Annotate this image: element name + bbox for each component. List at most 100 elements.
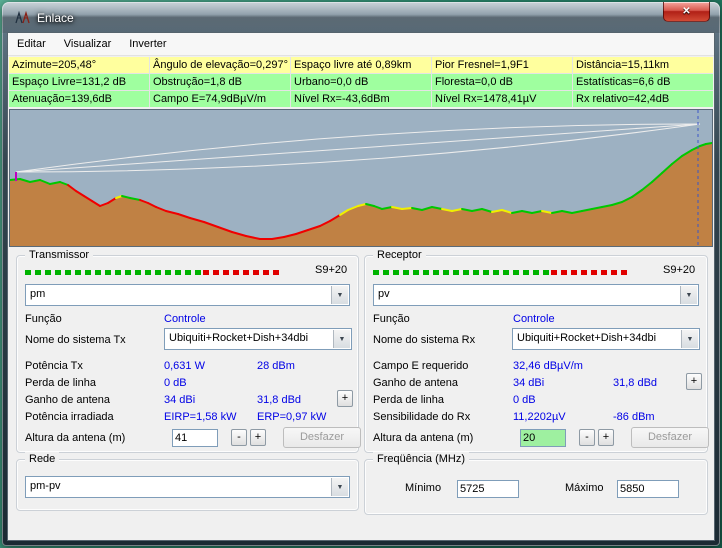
rx-sensitivity-label: Sensibilidade do Rx (373, 411, 470, 423)
rx-antenna-height-row: Altura da antena (m) - + Desfazer (373, 430, 703, 446)
tx-role-label: Função (25, 313, 62, 325)
rx-antenna-gain-row: Ganho de antena 34 dBi 31,8 dBd (373, 375, 703, 391)
tx-system-select[interactable]: Ubiquiti+Rocket+Dish+34dbi ▼ (164, 328, 352, 350)
info-field-strength: Campo E=74,9dBµV/m (150, 91, 290, 107)
tx-antenna-gain-dbi: 34 dBi (164, 392, 195, 408)
tx-gain-plus-button[interactable]: + (337, 390, 353, 407)
receiver-group-title: Receptor (373, 248, 426, 262)
rx-required-field-value: 32,46 dBµV/m (513, 358, 583, 374)
tx-line-loss-row: Perda de linha 0 dB (25, 375, 354, 391)
tx-power-row: Potência Tx 0,631 W 28 dBm (25, 358, 354, 374)
tx-unit-select[interactable]: pm ▼ (25, 284, 350, 306)
rx-unit-value: pv (378, 285, 390, 303)
rx-line-loss-label: Perda de linha (373, 394, 444, 406)
dialog-client-area: Editar Visualizar Inverter Azimute=205,4… (8, 33, 714, 540)
tx-power-watts: 0,631 W (164, 358, 205, 374)
terrain-profile-svg (10, 110, 712, 246)
chevron-down-icon[interactable]: ▼ (681, 330, 698, 348)
rx-sensitivity-dbm: -86 dBm (613, 409, 655, 425)
frequency-group-title: Freqüência (MHz) (373, 452, 469, 466)
info-obstruction: Obstrução=1,8 dB (150, 74, 290, 90)
rx-sensitivity-row: Sensibilidade do Rx 11,2202µV -86 dBm (373, 409, 703, 425)
info-statistics: Estatísticas=6,6 dB (573, 74, 713, 90)
menu-visualizar[interactable]: Visualizar (55, 33, 121, 55)
transmitter-group: Transmissor S9+20 pm ▼ Função Controle N… (16, 255, 359, 453)
rx-role-row: Função Controle (373, 311, 703, 327)
tx-control-link[interactable]: Controle (164, 311, 206, 327)
rx-antenna-height-label: Altura da antena (m) (373, 432, 473, 444)
terrain-profile-chart[interactable] (9, 109, 713, 247)
tx-antenna-height-row: Altura da antena (m) - + Desfazer (25, 430, 354, 446)
rx-antenna-gain-label: Ganho de antena (373, 377, 458, 389)
desktop: Enlace ✕ Editar Visualizar Inverter Azim… (0, 0, 722, 548)
rx-control-link[interactable]: Controle (513, 311, 555, 327)
tx-signal-meter-red (203, 270, 279, 275)
rx-line-loss-row: Perda de linha 0 dB (373, 392, 703, 408)
rx-unit-select[interactable]: pv ▼ (373, 284, 699, 306)
tx-system-label: Nome do sistema Tx (25, 334, 126, 346)
info-forest: Floresta=0,0 dB (432, 74, 572, 90)
rx-signal-meter-red (551, 270, 627, 275)
tx-power-dbm: 28 dBm (257, 358, 295, 374)
chevron-down-icon[interactable]: ▼ (331, 478, 348, 496)
tx-line-loss-label: Perda de linha (25, 377, 96, 389)
tx-antenna-gain-label: Ganho de antena (25, 394, 110, 406)
transmitter-group-title: Transmissor (25, 248, 93, 262)
rx-required-field-label: Campo E requerido (373, 360, 468, 372)
menu-inverter[interactable]: Inverter (120, 33, 175, 55)
menu-editar[interactable]: Editar (8, 33, 55, 55)
tx-system-value: Ubiquiti+Rocket+Dish+34dbi (169, 329, 308, 347)
info-azimuth: Azimute=205,48° (9, 57, 149, 73)
rx-antenna-height-input[interactable] (520, 429, 566, 447)
tx-radiated-power-label: Potência irradiada (25, 411, 114, 423)
tx-line-loss-value: 0 dB (164, 375, 187, 391)
tx-height-minus-button[interactable]: - (231, 429, 247, 446)
info-urban: Urbano=0,0 dB (291, 74, 431, 90)
tx-undo-button[interactable]: Desfazer (283, 427, 361, 448)
info-attenuation: Atenuação=139,6dB (9, 91, 149, 107)
network-value: pm-pv (30, 477, 61, 495)
rx-gain-plus-button[interactable]: + (686, 373, 702, 390)
tx-signal-meter-green (25, 270, 203, 275)
network-group: Rede pm-pv ▼ (16, 459, 359, 511)
titlebar[interactable]: Enlace ✕ (2, 2, 720, 33)
tx-antenna-height-label: Altura da antena (m) (25, 432, 125, 444)
network-select[interactable]: pm-pv ▼ (25, 476, 350, 498)
frequency-max-label: Máximo (565, 482, 604, 494)
chevron-down-icon[interactable]: ▼ (331, 286, 348, 304)
info-free-space-loss: Espaço Livre=131,2 dB (9, 74, 149, 90)
window-frame: Enlace ✕ Editar Visualizar Inverter Azim… (2, 2, 720, 546)
app-icon (14, 10, 31, 25)
tx-unit-value: pm (30, 285, 45, 303)
tx-erp-value: ERP=0,97 kW (257, 409, 326, 425)
rx-undo-button[interactable]: Desfazer (631, 427, 709, 448)
info-rx-relative: Rx relativo=42,4dB (573, 91, 713, 107)
rx-height-plus-button[interactable]: + (598, 429, 614, 446)
rx-system-select[interactable]: Ubiquiti+Rocket+Dish+34dbi ▼ (512, 328, 700, 350)
info-free-space-range: Espaço livre até 0,89km (291, 57, 431, 73)
info-rx-level-dbm: Nível Rx=-43,6dBm (291, 91, 431, 107)
info-distance: Distância=15,11km (573, 57, 713, 73)
info-rx-level-uv: Nível Rx=1478,41µV (432, 91, 572, 107)
tx-antenna-gain-dbd: 31,8 dBd (257, 392, 301, 408)
tx-signal-label: S9+20 (315, 264, 347, 276)
rx-system-value: Ubiquiti+Rocket+Dish+34dbi (517, 329, 656, 347)
frequency-max-input[interactable] (617, 480, 679, 498)
link-summary-panel: Azimute=205,48° Ângulo de elevação=0,297… (9, 57, 713, 107)
tx-antenna-gain-row: Ganho de antena 34 dBi 31,8 dBd (25, 392, 354, 408)
rx-signal-label: S9+20 (663, 264, 695, 276)
tx-role-row: Função Controle (25, 311, 354, 327)
rx-height-minus-button[interactable]: - (579, 429, 595, 446)
info-elevation-angle: Ângulo de elevação=0,297° (150, 57, 290, 73)
rx-required-field-row: Campo E requerido 32,46 dBµV/m (373, 358, 703, 374)
chevron-down-icon[interactable]: ▼ (680, 286, 697, 304)
tx-antenna-height-input[interactable] (172, 429, 218, 447)
menu-bar: Editar Visualizar Inverter (8, 33, 714, 56)
frequency-min-input[interactable] (457, 480, 519, 498)
rx-signal-meter-green (373, 270, 551, 275)
frequency-min-label: Mínimo (405, 482, 441, 494)
tx-signal-meter (25, 270, 279, 275)
chevron-down-icon[interactable]: ▼ (333, 330, 350, 348)
tx-height-plus-button[interactable]: + (250, 429, 266, 446)
close-button[interactable]: ✕ (663, 2, 710, 22)
